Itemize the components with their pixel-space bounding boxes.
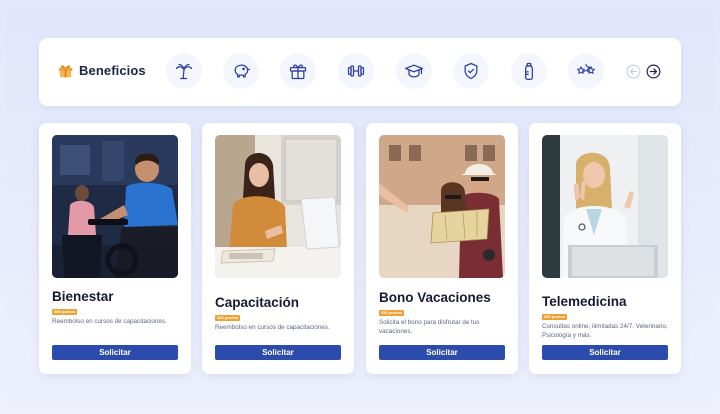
dumbbell-icon bbox=[347, 65, 365, 77]
stars-icon bbox=[577, 63, 595, 74]
benefit-card-bono-vacaciones: Bono Vacaciones 350 puntos Solicita el b… bbox=[366, 123, 518, 374]
card-title: Capacitación bbox=[215, 295, 300, 310]
category-savings[interactable] bbox=[223, 53, 259, 89]
category-rewards[interactable] bbox=[568, 53, 604, 89]
category-education[interactable] bbox=[396, 53, 432, 89]
shield-check-icon bbox=[464, 62, 478, 80]
card-title: Bono Vacaciones bbox=[379, 290, 491, 305]
benefit-photo-study bbox=[215, 135, 341, 278]
solicitar-button[interactable]: Solicitar bbox=[542, 345, 668, 360]
category-gifts[interactable] bbox=[280, 53, 316, 89]
benefit-photo-travel bbox=[379, 135, 505, 278]
card-description: Reembolso en cursos de capacitaciones. bbox=[215, 324, 330, 331]
category-insurance[interactable] bbox=[453, 53, 489, 89]
piggy-bank-icon bbox=[234, 64, 250, 78]
gift-icon bbox=[289, 64, 307, 80]
card-description: Consultas online, ilimitadas 24/7. Veter… bbox=[542, 323, 668, 339]
benefit-card-telemedicina: Telemedicina 350 puntos Consultas online… bbox=[529, 123, 681, 374]
benefit-card-bienestar: Bienestar 350 puntos Reembolso en cursos… bbox=[39, 123, 191, 374]
points-badge: 350 puntos bbox=[379, 310, 405, 316]
card-description: Reembolso en cursos de capacitaciones. bbox=[52, 318, 167, 325]
points-badge: 350 puntos bbox=[52, 309, 78, 315]
baby-bottle-icon bbox=[525, 62, 533, 80]
points-badge: 350 puntos bbox=[215, 315, 241, 321]
benefit-photo-gym bbox=[52, 135, 178, 278]
next-arrow-icon[interactable] bbox=[646, 64, 661, 79]
card-title: Bienestar bbox=[52, 289, 114, 304]
previous-arrow-icon[interactable] bbox=[626, 64, 641, 79]
category-vacation[interactable] bbox=[166, 53, 202, 89]
solicitar-button[interactable]: Solicitar bbox=[52, 345, 178, 360]
benefits-category-bar: Beneficios bbox=[39, 38, 681, 106]
benefit-photo-doctor bbox=[542, 135, 668, 278]
gift-brand-icon bbox=[58, 65, 73, 78]
category-fitness[interactable] bbox=[338, 53, 374, 89]
palm-tree-icon bbox=[175, 63, 193, 80]
card-description: Solicita el bono para disfrutar de tus v… bbox=[379, 319, 480, 335]
solicitar-button[interactable]: Solicitar bbox=[215, 345, 341, 360]
benefit-card-capacitacion: Capacitación 350 puntos Reembolso en cur… bbox=[202, 123, 354, 374]
solicitar-button[interactable]: Solicitar bbox=[379, 345, 505, 360]
card-title: Telemedicina bbox=[542, 294, 627, 309]
points-badge: 350 puntos bbox=[542, 314, 568, 320]
graduation-cap-icon bbox=[405, 64, 423, 78]
brand: Beneficios bbox=[57, 62, 146, 79]
page-title: Beneficios bbox=[79, 63, 146, 78]
category-family[interactable] bbox=[511, 53, 547, 89]
